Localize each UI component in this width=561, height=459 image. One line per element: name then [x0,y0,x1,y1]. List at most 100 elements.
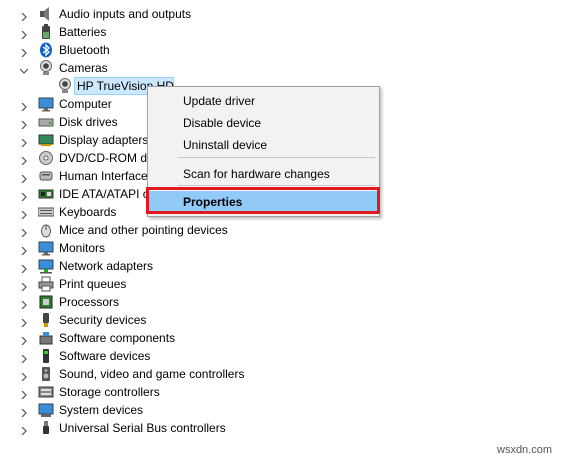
chevron-right-icon [21,228,27,238]
category-universal-serial-bus-controllers[interactable]: Universal Serial Bus controllers [0,419,561,437]
expand-toggle[interactable] [20,136,28,148]
system-devices-icon [38,402,54,418]
tree-item-label: Audio inputs and outputs [59,7,192,21]
chevron-right-icon [21,30,27,40]
category-audio-inputs-and-outputs[interactable]: Audio inputs and outputs [0,5,561,23]
tree-item-label: Security devices [59,313,147,327]
category-storage-controllers[interactable]: Storage controllers [0,383,561,401]
processor-icon [38,294,54,310]
chevron-right-icon [21,102,27,112]
tree-item-label: Keyboards [59,205,117,219]
monitor-icon [38,96,54,112]
category-print-queues[interactable]: Print queues [0,275,561,293]
category-sound-video-and-game-controllers[interactable]: Sound, video and game controllers [0,365,561,383]
software-device-icon [38,348,54,364]
expand-toggle[interactable] [20,226,28,238]
category-network-adapters[interactable]: Network adapters [0,257,561,275]
category-batteries[interactable]: Batteries [0,23,561,41]
tree-item-label: Print queues [59,277,127,291]
tree-item-label: Processors [59,295,120,309]
chevron-down-icon [19,68,29,74]
category-system-devices[interactable]: System devices [0,401,561,419]
bluetooth-icon [38,42,54,58]
category-software-components[interactable]: Software components [0,329,561,347]
category-software-devices[interactable]: Software devices [0,347,561,365]
chevron-right-icon [21,336,27,346]
menu-item-label: Properties [183,195,243,209]
speaker-icon [38,6,54,22]
collapse-toggle[interactable] [19,64,29,74]
expand-toggle[interactable] [20,316,28,328]
tree-item-label: Monitors [59,241,106,255]
expand-toggle[interactable] [20,406,28,418]
category-security-devices[interactable]: Security devices [0,311,561,329]
expand-toggle[interactable] [20,10,28,22]
chevron-right-icon [21,264,27,274]
expand-toggle[interactable] [20,352,28,364]
menu-item-scan-hardware[interactable]: Scan for hardware changes [149,163,378,185]
chevron-right-icon [21,12,27,22]
tree-item-label: Sound, video and game controllers [59,367,245,381]
chevron-right-icon [21,210,27,220]
tree-item-label: Software components [59,331,176,345]
menu-item-update-driver[interactable]: Update driver [149,90,378,112]
keyboard-icon [37,204,55,220]
display-adapter-icon [38,132,54,148]
chevron-right-icon [21,408,27,418]
expand-toggle[interactable] [20,118,28,130]
context-menu: Update driver Disable device Uninstall d… [147,86,380,217]
chevron-right-icon [21,246,27,256]
chevron-right-icon [21,138,27,148]
expand-toggle[interactable] [20,388,28,400]
chevron-right-icon [21,426,27,436]
expand-toggle[interactable] [20,280,28,292]
expand-toggle[interactable] [20,208,28,220]
menu-item-uninstall-device[interactable]: Uninstall device [149,134,378,156]
expand-toggle[interactable] [20,262,28,274]
expand-toggle[interactable] [20,424,28,436]
expand-toggle[interactable] [20,244,28,256]
tree-item-label: Storage controllers [59,385,160,399]
category-mice-and-other-pointing-devices[interactable]: Mice and other pointing devices [0,221,561,239]
chevron-right-icon [21,300,27,310]
network-icon [38,258,54,274]
usb-icon [38,420,54,436]
ide-controller-icon [38,186,54,202]
storage-controller-icon [38,384,54,400]
tree-item-label: Batteries [59,25,107,39]
expand-toggle[interactable] [20,28,28,40]
category-processors[interactable]: Processors [0,293,561,311]
tree-item-label: DVD/CD-ROM dr [59,151,151,165]
category-monitors[interactable]: Monitors [0,239,561,257]
tree-item-label: IDE ATA/ATAPI co [59,187,156,201]
menu-item-label: Update driver [183,94,256,108]
expand-toggle[interactable] [20,154,28,166]
expand-toggle[interactable] [20,334,28,346]
menu-item-properties[interactable]: Properties [149,191,378,213]
tree-item-label: Disk drives [59,115,118,129]
menu-item-disable-device[interactable]: Disable device [149,112,378,134]
device-tree: Audio inputs and outputs Batteries Bluetoo… [0,0,561,459]
category-bluetooth[interactable]: Bluetooth [0,41,561,59]
expand-toggle[interactable] [20,298,28,310]
category-cameras[interactable]: Cameras [0,59,561,77]
chevron-right-icon [21,192,27,202]
chevron-right-icon [21,174,27,184]
menu-separator [178,185,375,186]
monitor-icon [38,240,54,256]
software-component-icon [38,330,54,346]
expand-toggle[interactable] [20,46,28,58]
expand-toggle[interactable] [20,370,28,382]
chevron-right-icon [21,156,27,166]
tree-item-label: Human Interface [59,169,148,183]
expand-toggle[interactable] [20,172,28,184]
chevron-right-icon [21,390,27,400]
tree-item-label: Software devices [59,349,151,363]
tree-item-label: Computer [59,97,112,111]
expand-toggle[interactable] [20,100,28,112]
chevron-right-icon [21,48,27,58]
menu-item-label: Disable device [183,116,262,130]
tree-item-label: Display adapters [59,133,149,147]
expand-toggle[interactable] [20,190,28,202]
printer-icon [38,276,54,292]
